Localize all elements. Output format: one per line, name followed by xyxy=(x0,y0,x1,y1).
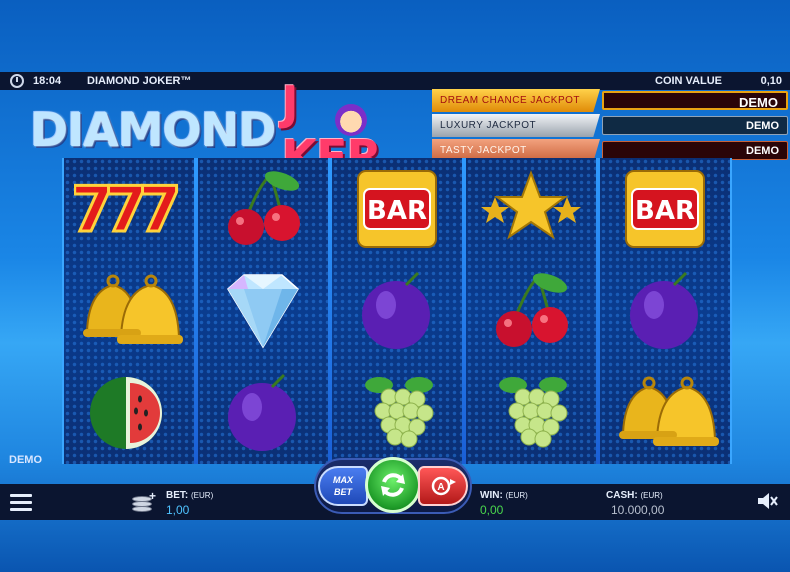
cash-value: 10.000,00 xyxy=(611,503,665,517)
chips-icon[interactable]: + xyxy=(130,489,156,514)
bet-value: 1,00 xyxy=(166,503,190,517)
bet-label: BET: (EUR) xyxy=(166,490,214,501)
menu-icon[interactable] xyxy=(10,494,32,512)
logo-diamond-text: DIAMOND xyxy=(30,103,276,157)
max-bet-line1: MAX xyxy=(333,475,353,485)
reel-2 xyxy=(198,158,328,464)
spin-arrows-icon xyxy=(381,473,405,497)
grapes-icon xyxy=(332,362,462,464)
cash-label: CASH: (EUR) xyxy=(606,490,663,501)
bell-icon xyxy=(64,260,194,362)
svg-text:7: 7 xyxy=(138,173,181,246)
game-title: DIAMOND JOKER™ xyxy=(87,75,192,87)
jackpot-value: DEMO xyxy=(602,91,788,110)
reel-5: BAR xyxy=(600,158,730,464)
star-icon xyxy=(466,158,596,260)
logo-joker-j: J xyxy=(281,76,298,130)
cherry-icon xyxy=(198,158,328,260)
plum-icon xyxy=(332,260,462,362)
jackpot-dream-chance: DREAM CHANCE JACKPOT DEMO xyxy=(432,89,790,112)
reels-area: 777 BAR BAR xyxy=(62,158,732,464)
clock-icon xyxy=(10,74,24,88)
svg-text:BAR: BAR xyxy=(367,196,427,226)
max-bet-line2: BET xyxy=(334,487,352,497)
sound-off-icon[interactable] xyxy=(756,491,778,511)
win-label: WIN: (EUR) xyxy=(480,490,528,501)
reel-3: BAR xyxy=(332,158,462,464)
seven-triple-icon: 777 xyxy=(64,158,194,260)
reel-4 xyxy=(466,158,596,464)
game-logo: DIAMOND JKER xyxy=(30,76,430,184)
demo-label: DEMO xyxy=(9,454,42,466)
win-value: 0,00 xyxy=(480,503,504,517)
coin-value[interactable]: 0,10 xyxy=(761,75,782,87)
autoplay-button[interactable]: A xyxy=(418,466,468,506)
bar-icon: BAR xyxy=(600,158,730,260)
plum-icon xyxy=(198,362,328,464)
cherry-icon xyxy=(466,260,596,362)
jackpot-luxury: LUXURY JACKPOT DEMO xyxy=(432,114,790,137)
svg-text:A: A xyxy=(437,482,444,493)
coin-value-label: COIN VALUE xyxy=(655,75,723,87)
bell-icon xyxy=(600,362,730,464)
jackpot-value: DEMO xyxy=(602,116,788,135)
jackpot-label: DREAM CHANCE JACKPOT xyxy=(432,89,600,112)
watermelon-icon xyxy=(64,362,194,464)
clock-time: 18:04 xyxy=(33,75,62,87)
diamond-icon xyxy=(198,260,328,362)
reel-1: 777 xyxy=(64,158,194,464)
svg-text:BAR: BAR xyxy=(635,196,695,226)
bar-icon: BAR xyxy=(332,158,462,260)
jackpot-panel: DREAM CHANCE JACKPOT DEMO LUXURY JACKPOT… xyxy=(432,89,790,164)
grapes-icon xyxy=(466,362,596,464)
max-bet-button[interactable]: MAX BET xyxy=(318,466,368,506)
autoplay-icon: A xyxy=(431,476,456,496)
jackpot-label: LUXURY JACKPOT xyxy=(432,114,600,137)
joker-face-icon xyxy=(335,104,367,136)
plum-icon xyxy=(600,260,730,362)
spin-button[interactable] xyxy=(365,457,421,513)
